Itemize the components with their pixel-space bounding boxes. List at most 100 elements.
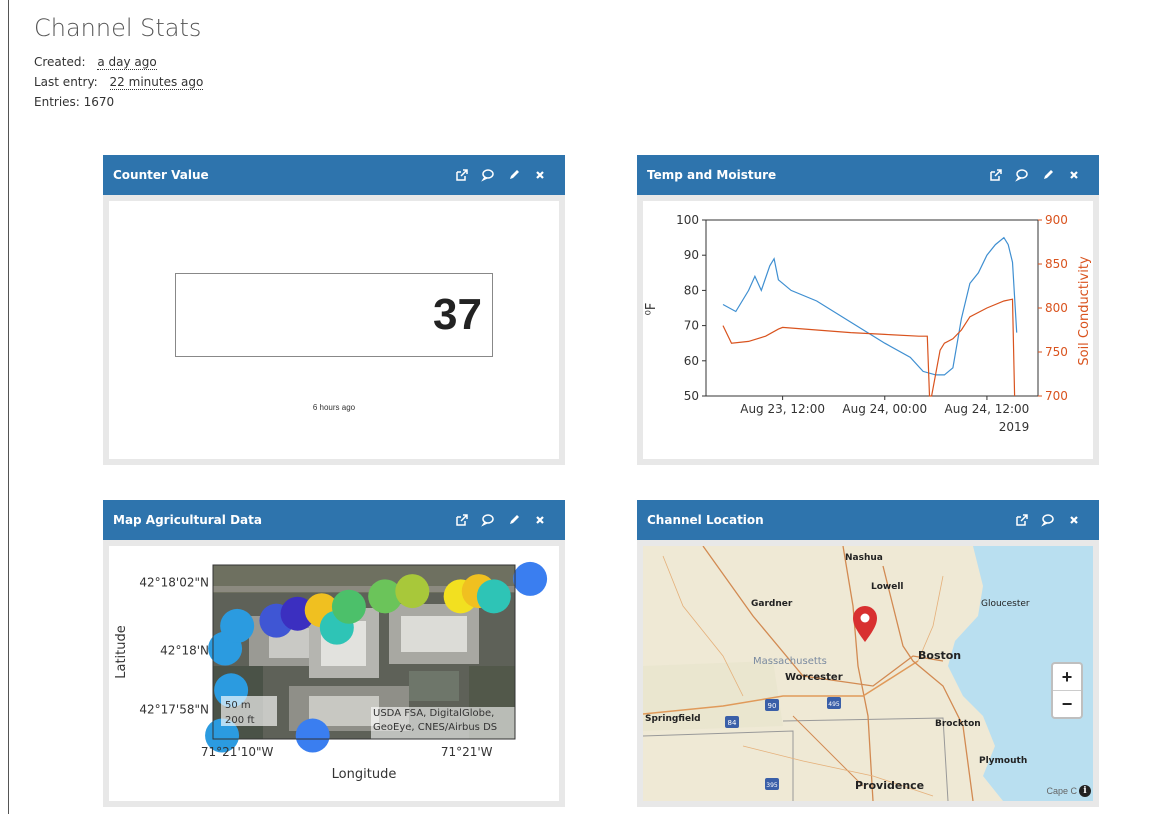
conductivity-series-line [722,298,1016,397]
pencil-icon[interactable] [507,168,521,182]
base-map: Nashua Lowell Gardner Gloucester Massach… [643,546,1093,801]
temp-moisture-chart: 50 60 70 80 90 100 700 750 800 850 900 Aug 23, 12… [644,213,1092,434]
map-data-point[interactable] [331,589,366,624]
y2-tick-label: 900 [1045,213,1068,227]
zoom-in-button[interactable]: + [1053,664,1081,690]
channel-header: Channel Stats Created: a day ago Last en… [34,14,204,112]
created-value: a day ago [97,55,157,70]
attribution-text: Cape C [1046,786,1077,796]
map-data-point[interactable] [513,561,548,596]
comment-icon[interactable] [481,513,495,527]
last-entry-value: 22 minutes ago [109,75,204,90]
y-tick-label: 42°17'58"N [139,703,209,717]
y2-tick-label: 800 [1045,301,1068,315]
counter-widget-body: 37 6 hours ago [109,201,559,459]
highway-shield-icon: 395 [765,778,779,790]
location-widget-title: Channel Location [647,513,764,527]
place-label: Providence [855,779,924,792]
x-tick-sub-label: 2019 [999,420,1030,434]
close-icon[interactable] [533,168,547,182]
highway-shield-icon: 495 [827,697,841,709]
location-map[interactable]: Nashua Lowell Gardner Gloucester Massach… [643,546,1093,801]
external-link-icon[interactable] [1015,513,1029,527]
x-tick-label: 71°21'10"W [201,745,274,759]
last-entry-label: Last entry: [34,75,98,89]
y-axis-label: ⁰F [644,303,659,316]
map-widget-header: Map Agricultural Data [103,500,565,540]
map-attribution: Cape C i [1046,785,1091,797]
x-tick-label: Aug 23, 12:00 [740,402,825,416]
y2-tick-label: 700 [1045,389,1068,403]
y2-tick-label: 850 [1045,257,1068,271]
y2-tick-label: 750 [1045,345,1068,359]
map-widget-body: 50 m 200 ft USDA FSA, DigitalGlobe, GeoE… [109,546,559,801]
scale-label-feet: 200 ft [225,715,255,726]
y-tick-label: 60 [684,354,699,368]
scale-label-meters: 50 m [225,700,251,711]
location-widget-header: Channel Location [637,500,1099,540]
pencil-icon[interactable] [507,513,521,527]
map-data-point[interactable] [395,574,430,609]
channel-location-widget: Channel Location Nashua Lowell Gardner G… [637,500,1099,807]
place-label: Gardner [751,599,793,609]
external-link-icon[interactable] [455,513,469,527]
counter-value: 37 [175,273,493,357]
place-label: Boston [918,649,961,662]
y-tick-label: 80 [684,283,699,297]
map-data-point[interactable] [476,579,511,614]
comment-icon[interactable] [1041,513,1055,527]
map-zoom-control: + − [1051,662,1083,719]
place-label: Gloucester [981,599,1030,609]
close-icon[interactable] [1067,168,1081,182]
counter-timestamp: 6 hours ago [312,403,356,412]
external-link-icon[interactable] [455,168,469,182]
page-left-border [8,0,9,814]
map-data-point[interactable] [220,608,255,643]
y-tick-label: 90 [684,248,699,262]
y-tick-label: 42°18'02"N [139,576,209,590]
temp-widget: Temp and Moisture 50 60 70 80 90 100 700 750 80… [637,155,1099,465]
highway-shield-icon: 84 [725,716,739,728]
x-tick-label: Aug 24, 00:00 [842,402,927,416]
external-link-icon[interactable] [989,168,1003,182]
map-widget-title: Map Agricultural Data [113,513,262,527]
place-label: Plymouth [979,756,1027,766]
pencil-icon[interactable] [1041,168,1055,182]
counter-widget-title: Counter Value [113,168,209,182]
created-row: Created: a day ago [34,52,203,72]
highway-shield-label: 84 [728,719,737,727]
zoom-out-button[interactable]: − [1053,690,1081,717]
highway-shield-label: 90 [768,702,777,710]
place-label: Nashua [845,553,883,563]
y-tick-label: 100 [676,213,699,227]
place-label: Springfield [645,714,701,724]
place-label: Massachusetts [753,656,827,667]
page-title: Channel Stats [34,14,202,42]
close-icon[interactable] [533,513,547,527]
created-label: Created: [34,55,86,69]
temperature-series-line [722,236,1018,376]
x-axis-label: Longitude [332,767,397,782]
y-tick-label: 42°18'N [160,643,209,657]
place-label: Brockton [935,719,981,729]
x-tick-label: Aug 24, 12:00 [945,402,1030,416]
y2-axis-label: Soil Conductivity [1077,256,1092,366]
comment-icon[interactable] [1015,168,1029,182]
map-data-widget: Map Agricultural Data 50 m 200 ft USDA F… [103,500,565,807]
entries-count: Entries: 1670 [34,95,115,109]
y-tick-label: 50 [684,389,699,403]
temp-widget-body: 50 60 70 80 90 100 700 750 800 850 900 Aug 23, 12… [643,201,1093,459]
last-entry-row: Last entry: 22 minutes ago [34,72,204,92]
y-axis-label: Latitude [114,625,129,679]
info-icon[interactable]: i [1079,785,1091,797]
highway-shield-icon: 90 [765,699,779,711]
map-data-point[interactable] [295,718,330,753]
place-label: Worcester [785,672,843,683]
comment-icon[interactable] [481,168,495,182]
y-tick-label: 70 [684,319,699,333]
close-icon[interactable] [1067,513,1081,527]
map-attribution: USDA FSA, DigitalGlobe, GeoEye, CNES/Air… [373,708,498,733]
map-scale-bar: 50 m 200 ft [221,696,277,726]
x-tick-label: 71°21'W [441,745,493,759]
highway-shield-label: 495 [828,701,840,708]
